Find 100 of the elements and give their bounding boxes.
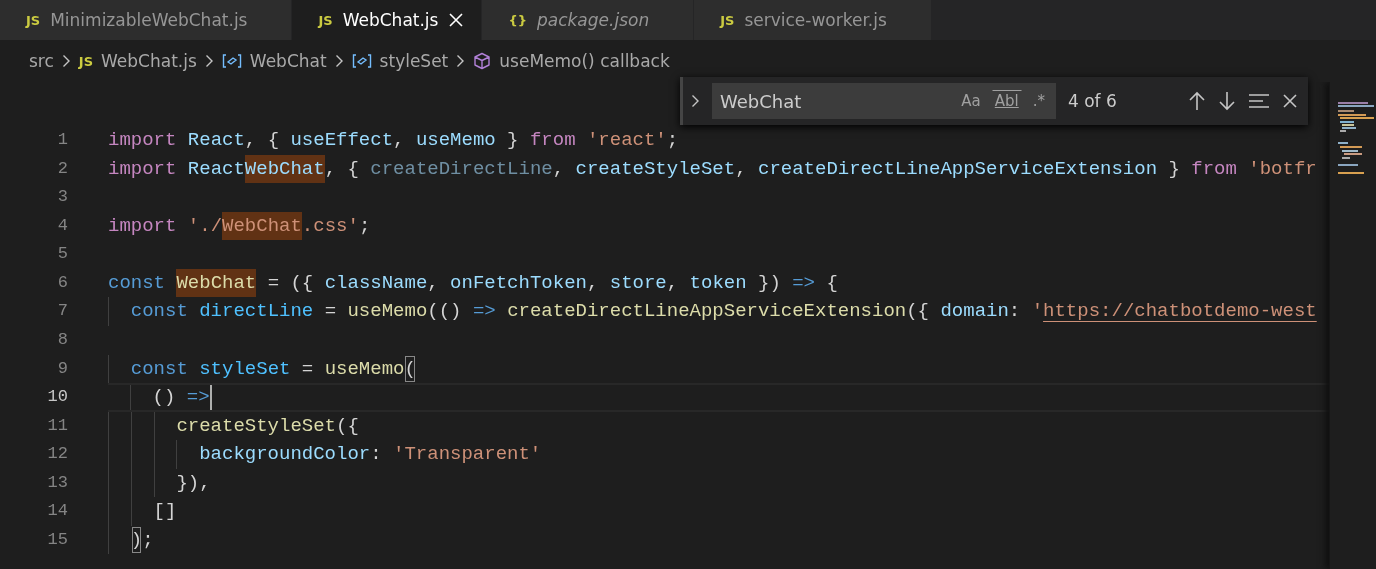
string-literal: 'botfr: [1247, 156, 1317, 182]
bracket: (: [404, 354, 416, 384]
chevron-right-icon: [204, 54, 214, 68]
line-number: 2: [56, 157, 69, 180]
identifier: createStyleSet: [575, 156, 736, 182]
keyword: const: [130, 356, 189, 382]
identifier: directLine: [199, 299, 314, 325]
editor-tab[interactable]: JS service-worker.js: [694, 0, 932, 40]
chevron-right-icon: [61, 54, 71, 68]
keyword: import: [108, 213, 177, 239]
text-cursor: [209, 385, 212, 410]
identifier: React: [186, 156, 245, 182]
punctuation: ({: [906, 299, 930, 325]
keyword: =>: [792, 270, 815, 296]
match-count: 4 of 6: [1068, 91, 1117, 111]
arrow-up-icon[interactable]: [1188, 91, 1206, 111]
line-number: 14: [46, 500, 69, 523]
identifier: React: [186, 128, 245, 153]
variable-icon: [221, 53, 242, 69]
editor-tab[interactable]: JS MinimizableWebChat.js: [0, 0, 293, 40]
punctuation: ,: [666, 270, 680, 296]
line-number: 8: [56, 328, 69, 351]
breadcrumb-item[interactable]: useMemo() callback: [473, 51, 670, 71]
punctuation: ;: [358, 213, 371, 239]
close-icon[interactable]: [1282, 93, 1298, 109]
line-number: 10: [46, 386, 69, 409]
string-literal: './: [186, 213, 223, 239]
line-number: 1: [56, 129, 69, 151]
variable-icon: [351, 53, 372, 69]
string-literal: 'Transparent': [393, 442, 542, 468]
line-number: 6: [56, 271, 69, 294]
breadcrumb-item[interactable]: styleSet: [351, 51, 449, 71]
js-file-icon: JS: [78, 53, 94, 69]
punctuation: ,: [393, 128, 406, 153]
function-name: createStyleSet: [176, 413, 337, 439]
function-name: useMemo: [324, 356, 405, 382]
keyword: import: [108, 156, 177, 182]
find-field[interactable]: WebChat Aa Abl .*: [712, 83, 1056, 119]
breadcrumb-item[interactable]: WebChat: [221, 51, 327, 71]
identifier: domain: [940, 299, 1009, 325]
punctuation: }): [757, 270, 782, 296]
identifier: styleSet: [199, 356, 291, 382]
keyword: import: [108, 128, 177, 153]
file-type-icon: {}: [508, 12, 527, 28]
search-match: WebChat: [176, 268, 257, 298]
identifier: backgroundColor: [199, 442, 371, 468]
minimap-drawing[interactable]: [1336, 102, 1376, 176]
punctuation: :: [370, 442, 383, 468]
file-type-icon: JS: [26, 12, 41, 28]
line-number: 15: [46, 528, 69, 551]
identifier: className: [324, 270, 428, 296]
identifier: token: [689, 270, 747, 296]
breadcrumb-item[interactable]: JS WebChat.js: [78, 51, 197, 71]
identifier: createDirectLineAppServiceExtension: [758, 156, 1158, 182]
line-number: 4: [56, 214, 69, 237]
search-match: WebChat: [222, 211, 302, 241]
punctuation: , {: [244, 128, 281, 153]
breadcrumb-item[interactable]: src: [29, 51, 54, 71]
keyword: const: [108, 270, 166, 296]
bracket: ): [130, 525, 143, 555]
line-number: 13: [46, 471, 69, 494]
function-name: createDirectLineAppServiceExtension: [507, 299, 907, 325]
string-literal: ': [1031, 299, 1044, 325]
file-type-icon: JS: [318, 12, 333, 28]
expand-toggle-icon: [691, 94, 700, 108]
identifier: useMemo: [415, 128, 496, 153]
cube-icon: [473, 52, 492, 70]
identifier: store: [609, 270, 667, 296]
whole-word-toggle[interactable]: Abl: [991, 90, 1022, 112]
punctuation: }: [1167, 156, 1181, 182]
punctuation: :: [1008, 299, 1022, 325]
keyword: from: [529, 128, 576, 153]
punctuation: ,: [586, 270, 600, 296]
editor-tab[interactable]: {} package.json: [482, 0, 695, 40]
punctuation: , {: [324, 156, 360, 182]
punctuation: ;: [666, 128, 679, 153]
punctuation: (): [152, 385, 177, 410]
regex-toggle[interactable]: .*: [1029, 90, 1048, 112]
function-name: useMemo: [347, 299, 428, 325]
line-number: 11: [46, 414, 69, 437]
find-in-selection-icon[interactable]: [1248, 93, 1270, 109]
identifier: useEffect: [290, 128, 394, 153]
keyword: from: [1191, 156, 1237, 182]
identifier: createDirectLine: [370, 156, 553, 182]
punctuation: ,: [427, 270, 440, 296]
keyword: =>: [186, 385, 210, 410]
punctuation: ,: [735, 156, 748, 182]
string-literal: .css': [301, 213, 359, 239]
line-number: 5: [56, 243, 69, 266]
punctuation: = ({: [266, 270, 315, 296]
editor-tab[interactable]: JS WebChat.js: [292, 0, 483, 40]
punctuation: {: [825, 270, 838, 296]
line-number: 9: [56, 357, 69, 380]
chevron-right-icon: [334, 54, 344, 68]
punctuation: ;: [142, 527, 154, 553]
arrow-down-icon[interactable]: [1218, 91, 1236, 111]
punctuation: ({: [336, 413, 359, 439]
file-type-icon: JS: [720, 12, 735, 28]
punctuation: }),: [176, 470, 211, 496]
match-case-toggle[interactable]: Aa: [958, 90, 984, 112]
